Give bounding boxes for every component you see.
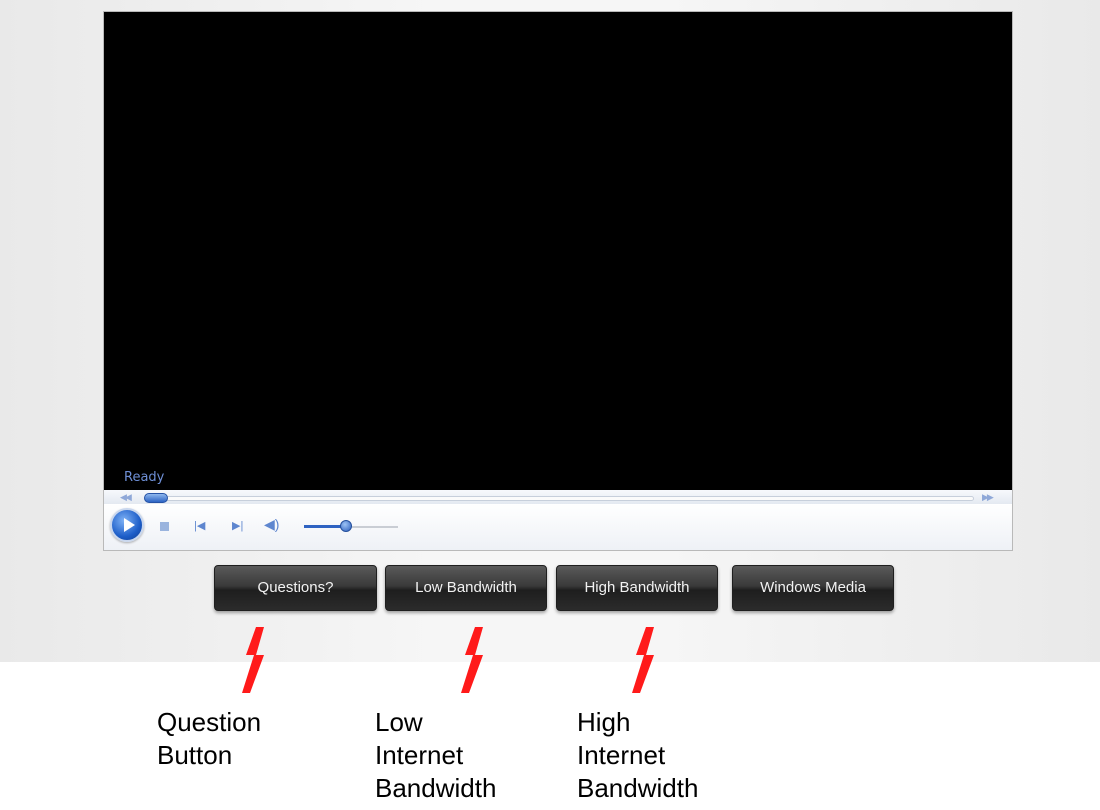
seek-track[interactable] xyxy=(144,496,974,501)
question-button-annotation: Question Button xyxy=(157,707,262,770)
media-player: Ready ◀◀ ▶▶ |◀ ▶| ◀) xyxy=(103,11,1013,551)
fast-forward-icon[interactable]: ▶▶ xyxy=(982,490,994,504)
video-area[interactable] xyxy=(104,12,1012,490)
control-bar: |◀ ▶| ◀) xyxy=(104,504,1012,550)
windows-media-button[interactable]: Windows Media xyxy=(732,565,894,611)
high-bandwidth-button[interactable]: High Bandwidth xyxy=(556,565,718,611)
volume-thumb[interactable] xyxy=(340,520,352,532)
play-button[interactable] xyxy=(110,508,144,542)
rewind-icon[interactable]: ◀◀ xyxy=(120,490,132,504)
arrow-icon xyxy=(242,627,264,693)
previous-icon[interactable]: |◀ xyxy=(194,520,205,532)
low-bandwidth-button[interactable]: Low Bandwidth xyxy=(385,565,547,611)
arrow-icon xyxy=(632,627,654,693)
high-bandwidth-annotation: High Internet Bandwidth xyxy=(577,707,699,803)
arrow-icon xyxy=(461,627,483,693)
play-icon xyxy=(124,518,135,532)
stop-icon[interactable] xyxy=(160,522,169,531)
speaker-icon[interactable]: ◀) xyxy=(264,517,279,531)
next-icon[interactable]: ▶| xyxy=(232,520,243,532)
questions-button[interactable]: Questions? xyxy=(214,565,377,611)
seek-thumb[interactable] xyxy=(144,493,168,503)
seek-bar: ◀◀ ▶▶ xyxy=(104,490,1012,504)
low-bandwidth-annotation: Low Internet Bandwidth xyxy=(375,707,497,803)
status-text: Ready xyxy=(124,470,165,485)
